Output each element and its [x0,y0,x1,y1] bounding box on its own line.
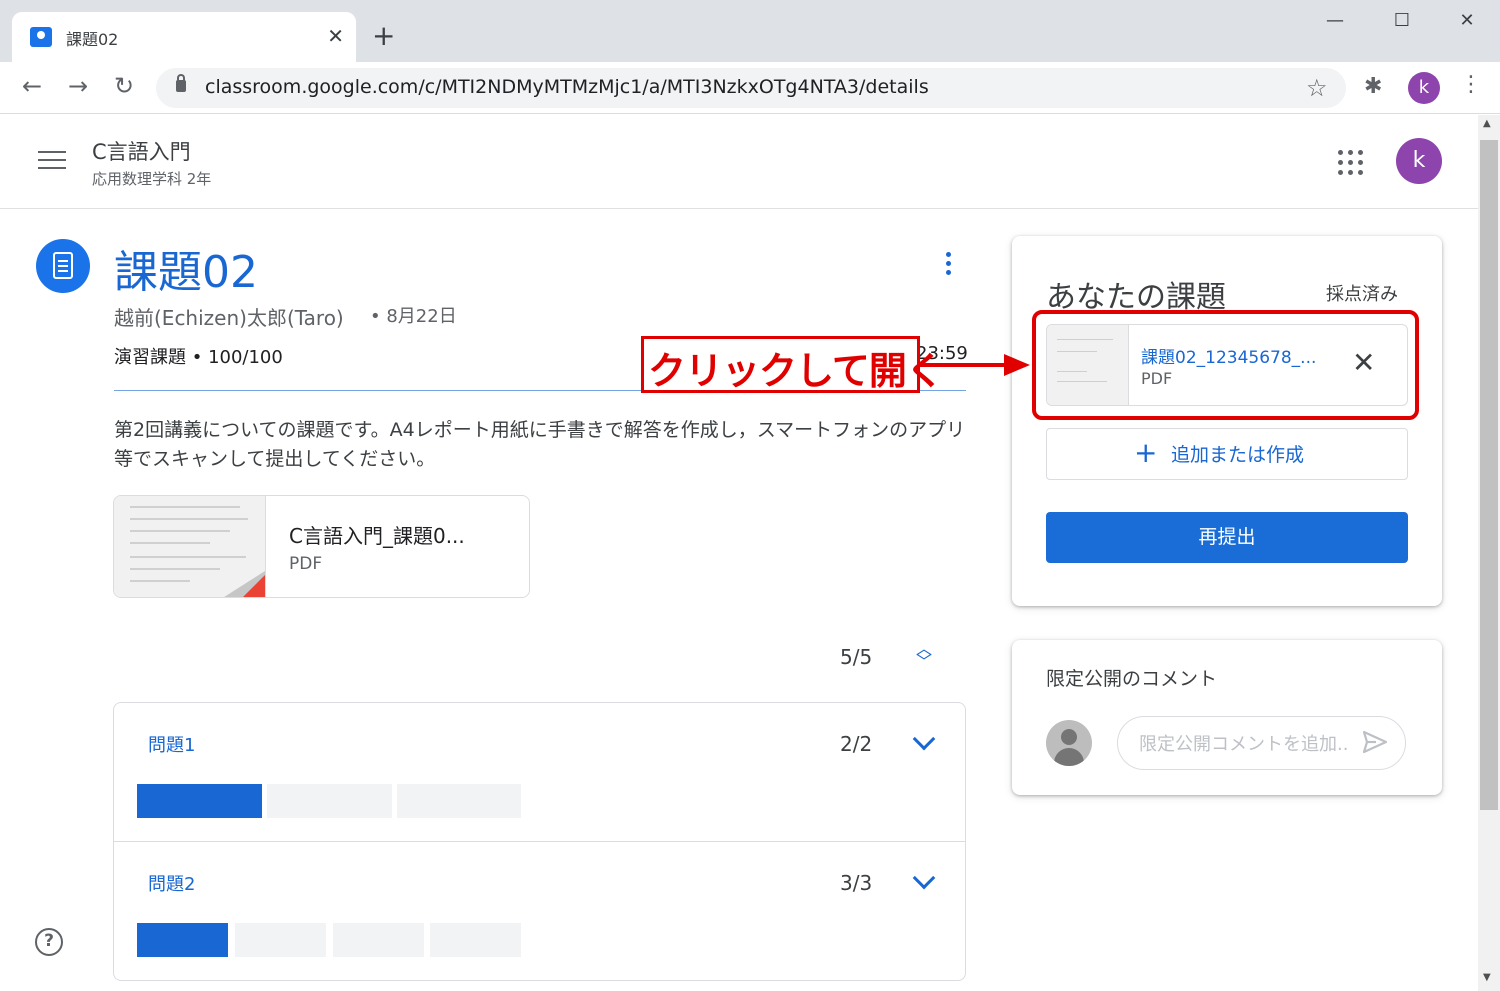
assignment-date: • 8月22日 [370,306,457,327]
question-1-segment-1 [137,784,262,818]
attachment-thumbnail [114,496,266,597]
question-2-segment-3 [333,923,424,957]
lock-icon[interactable] [176,74,186,92]
question-2-segment-1 [137,923,228,957]
grading-status: 採点済み [1326,284,1398,305]
question-1-segment-2 [267,784,392,818]
google-apps-icon[interactable] [1338,150,1364,176]
private-comments-title: 限定公開のコメント [1046,668,1218,690]
user-avatar-icon [1046,720,1092,766]
question-1-segment-3 [397,784,521,818]
annotation-arrow-icon [920,354,1030,376]
classroom-favicon-icon [30,27,52,47]
assignment-attachment[interactable]: C言語入門_課題0... PDF [113,495,530,598]
progress-count: 5/5 [840,645,873,669]
assignment-description: 第2回講義についての課題です。A4レポート用紙に手書きで解答を作成し，スマートフ… [114,419,966,470]
url-text[interactable]: classroom.google.com/c/MTI2NDMyMTMzMjc1/… [205,76,929,98]
question-1-title[interactable]: 問題1 [148,731,195,757]
question-1-score: 2/2 [840,732,873,756]
expand-collapse-all-icon[interactable]: ︿ ﹀ [910,641,938,670]
points-label: 演習課題 • [114,347,209,368]
annotation-text: クリックして開く [648,349,944,393]
maximize-button[interactable]: ☐ [1382,10,1422,31]
minimize-button[interactable]: — [1315,10,1355,31]
scroll-down-arrow-icon[interactable]: ▼ [1483,972,1491,983]
class-name[interactable]: C言語入門 [92,136,191,166]
main-menu-icon[interactable] [38,151,66,171]
tab-close-icon[interactable]: ✕ [327,22,344,50]
more-options-icon[interactable] [940,252,956,282]
bookmark-star-icon[interactable]: ☆ [1306,74,1328,102]
browser-profile-avatar[interactable]: k [1408,72,1440,104]
question-2-title[interactable]: 問題2 [148,870,195,896]
plus-icon[interactable]: + [1134,438,1157,468]
question-separator [113,841,966,842]
question-2-expand-chevron-icon[interactable] [913,872,933,892]
question-2-score: 3/3 [840,871,873,895]
tab-title: 課題02 [66,30,119,49]
send-icon[interactable] [1362,729,1388,755]
question-2-segment-2 [235,923,326,957]
help-icon[interactable]: ? [35,928,63,956]
points-value: 100/100 [208,347,283,368]
question-2-segment-4 [430,923,521,957]
assignment-icon [36,239,90,293]
private-comment-placeholder[interactable]: 限定公開コメントを追加... [1139,730,1349,756]
classroom-header [0,115,1478,209]
forward-arrow-icon[interactable]: → [62,72,94,100]
browser-menu-icon[interactable]: ⋮ [1460,72,1482,97]
highlight-box [1032,310,1419,420]
assignment-points: 演習課題 • 100/100 [114,343,283,369]
assignment-title: 課題02 [114,247,258,298]
extensions-puzzle-icon[interactable]: ✱ [1364,74,1382,99]
resubmit-button[interactable]: 再提出 [1046,512,1408,563]
question-1-expand-chevron-icon[interactable] [913,733,933,753]
attachment-name[interactable]: C言語入門_課題0... [289,520,465,549]
reload-icon[interactable]: ↻ [108,72,140,100]
add-or-create-label[interactable]: 追加または作成 [1171,440,1304,467]
window-close-button[interactable]: ✕ [1447,10,1487,31]
class-section: 応用数理学科 2年 [92,170,212,188]
attachment-type: PDF [289,554,323,574]
account-avatar[interactable]: k [1396,138,1442,184]
assignment-author: 越前(Echizen)太郎(Taro) [114,306,344,330]
browser-tab[interactable]: 課題02 ✕ [12,12,356,62]
scrollbar-thumb[interactable] [1480,140,1498,810]
back-arrow-icon[interactable]: ← [16,72,48,100]
new-tab-button[interactable]: + [372,18,395,54]
scroll-up-arrow-icon[interactable]: ▲ [1483,118,1491,129]
